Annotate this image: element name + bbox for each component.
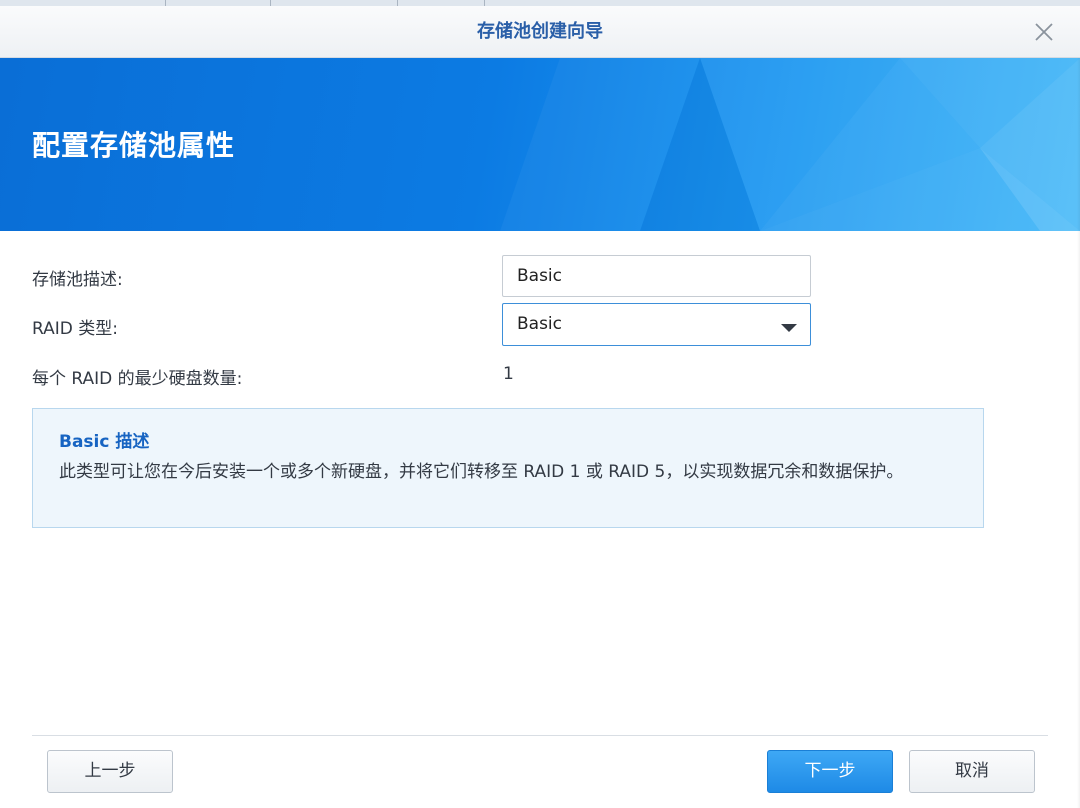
footer-divider [32,735,1048,736]
cancel-button[interactable]: 取消 [909,750,1035,793]
step-heading: 配置存储池属性 [32,129,236,162]
wizard-banner: 配置存储池属性 [0,58,1080,231]
pool-description-label: 存储池描述: [32,270,123,290]
chevron-down-icon [780,319,798,332]
dialog-titlebar: 存储池创建向导 [0,6,1080,58]
raid-description-title: Basic 描述 [59,432,150,452]
raid-type-select[interactable]: Basic [502,303,811,346]
storage-pool-wizard-dialog: 存储池创建向导 配置存储池属性 存储池描述: RAID 类型: Basic [0,0,1080,808]
raid-description-text: 此类型可让您在今后安装一个或多个新硬盘，并将它们转移至 RAID 1 或 RAI… [59,462,904,482]
min-disks-value: 1 [503,364,514,384]
close-icon[interactable] [1032,20,1056,44]
next-button[interactable]: 下一步 [767,750,893,793]
raid-type-selected-value: Basic [517,314,563,334]
min-disks-label: 每个 RAID 的最少硬盘数量: [32,369,243,389]
back-button[interactable]: 上一步 [47,750,173,793]
pool-description-input[interactable] [502,255,811,297]
raid-type-label: RAID 类型: [32,319,118,339]
raid-description-box: Basic 描述 此类型可让您在今后安装一个或多个新硬盘，并将它们转移至 RAI… [32,408,984,528]
dialog-title: 存储池创建向导 [477,21,603,42]
